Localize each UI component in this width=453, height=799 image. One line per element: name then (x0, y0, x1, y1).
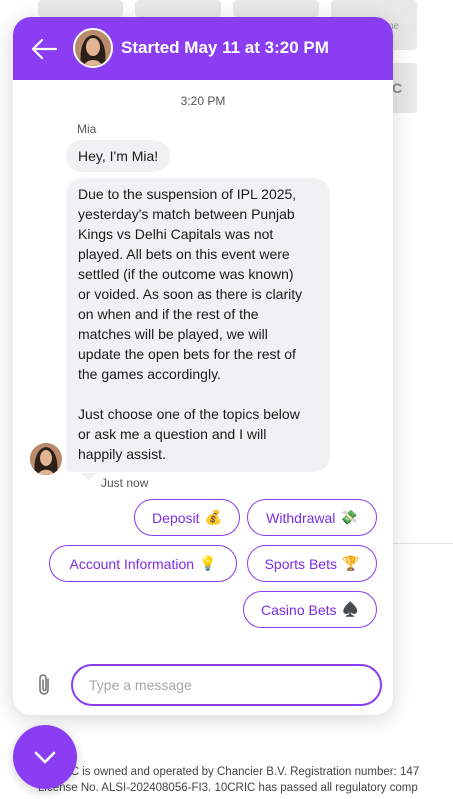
arrow-left-icon (31, 38, 58, 60)
message-line: the games accordingly. (78, 366, 221, 382)
message-line: settled (if the outcome was known) (78, 266, 294, 282)
back-button[interactable] (30, 37, 58, 61)
quick-reply-withdrawal[interactable]: Withdrawal 💸 (247, 499, 377, 536)
quick-reply-account-information[interactable]: Account Information 💡 (49, 545, 237, 582)
quick-reply-label: Deposit (152, 509, 200, 526)
message-line: Kings vs Delhi Capitals was not (78, 226, 274, 242)
bg-tile (233, 0, 319, 17)
spade-icon: ♠️ (341, 601, 359, 617)
money-bag-icon: 💰 (204, 509, 222, 525)
paperclip-icon (39, 674, 49, 695)
message-status: Just now (101, 476, 149, 490)
message-bubble: Due to the suspension of IPL 2025, yeste… (66, 178, 330, 472)
quick-reply-sports-bets[interactable]: Sports Bets 🏆 (247, 545, 377, 582)
footer-line-1: 10CRIC is owned and operated by Chancier… (38, 766, 420, 778)
message-timestamp: 3:20 PM (180, 94, 226, 108)
agent-avatar (73, 28, 113, 68)
greeting-bubble: Hey, I'm Mia! (66, 140, 171, 172)
message-line: matches will be played, we will (78, 326, 268, 342)
chat-title: Started May 11 at 3:20 PM (121, 38, 329, 57)
message-line: yesterday's match between Punjab (78, 206, 295, 222)
bg-tile (135, 0, 221, 17)
light-bulb-icon: 💡 (199, 555, 217, 571)
minimize-chat-button[interactable] (13, 725, 77, 789)
quick-reply-casino-bets[interactable]: Casino Bets ♠️ (243, 591, 377, 628)
message-line: or voided. As soon as there is clarity (78, 286, 303, 302)
message-line: Just choose one of the topics below (78, 406, 300, 422)
quick-reply-label: Sports Bets (264, 555, 337, 572)
chevron-down-icon (34, 751, 56, 764)
message-input[interactable] (71, 664, 382, 706)
quick-reply-deposit[interactable]: Deposit 💰 (134, 499, 240, 536)
chat-window: Started May 11 at 3:20 PM 3:20 PM Mia He… (13, 17, 393, 715)
sender-name: Mia (77, 122, 97, 136)
bg-divider (392, 543, 453, 544)
message-line: or ask me a question and I will (78, 426, 267, 442)
chat-header: Started May 11 at 3:20 PM (13, 17, 393, 80)
money-wings-icon: 💸 (340, 509, 358, 525)
message-line: happily assist. (78, 446, 166, 462)
attach-button[interactable] (34, 672, 54, 698)
message-line: played. All bets on this event were (78, 246, 290, 262)
message-avatar (30, 443, 62, 475)
message-line: update the open bets for the rest of (78, 346, 296, 362)
quick-reply-label: Casino Bets (261, 601, 337, 618)
bg-tile (38, 0, 123, 17)
quick-reply-label: Account Information (69, 555, 195, 572)
message-line: Due to the suspension of IPL 2025, (78, 186, 297, 202)
quick-reply-label: Withdrawal (266, 509, 336, 526)
trophy-icon: 🏆 (341, 555, 360, 571)
bg-tile-text: C (392, 80, 403, 96)
bubble-tail (81, 473, 97, 481)
composer (13, 660, 393, 710)
message-line: on when and if the rest of the (78, 306, 259, 322)
footer-line-2: License No. ALSI-202408056-FI3. 10CRIC h… (38, 782, 418, 794)
